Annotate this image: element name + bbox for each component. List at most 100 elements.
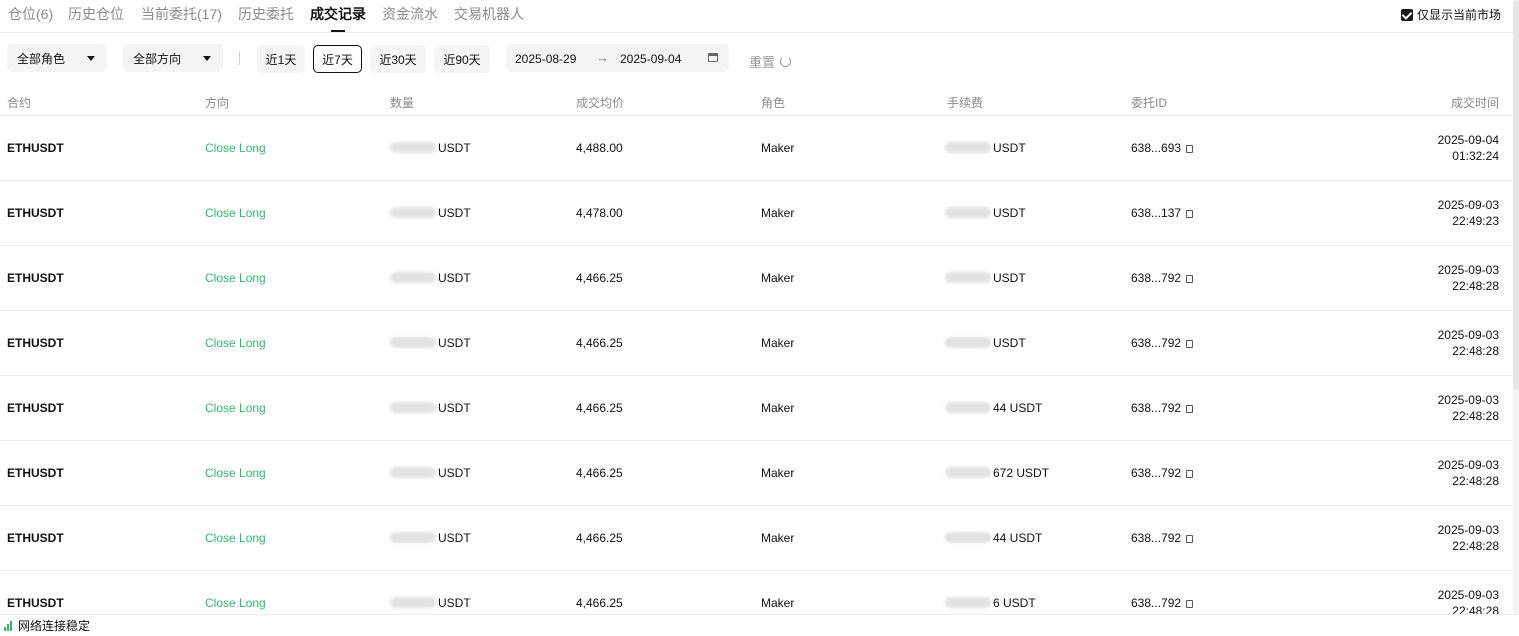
trade-date: 2025-09-03: [1437, 393, 1499, 407]
order-id-value: 638...792: [1131, 271, 1182, 285]
range-30d-button[interactable]: 近30天: [370, 45, 426, 73]
quantity-unit: USDT: [438, 531, 471, 545]
status-bar: 网络连接稳定: [0, 614, 1519, 636]
contract-symbol[interactable]: ETHUSDT: [7, 206, 64, 220]
trade-time-cell: 2025-09-03 22:48:28: [1438, 457, 1499, 489]
masked-value: [945, 337, 991, 348]
tab-order-history[interactable]: 历史委托: [238, 4, 294, 24]
masked-value: [945, 207, 991, 218]
header-fee: 手续费: [947, 96, 984, 110]
range-1d-button[interactable]: 近1天: [257, 45, 305, 73]
table-header: 合约 方向 数量 成交均价 角色 手续费 委托ID 成交时间: [0, 92, 1512, 116]
header-role: 角色: [761, 96, 786, 110]
avg-price-value: 4,466.25: [576, 596, 623, 610]
header-order-id: 委托ID: [1131, 96, 1168, 110]
order-id-value: 638...137: [1131, 206, 1182, 220]
table-row[interactable]: ETHUSDT Close Long USDT 4,466.25 Maker USDT 63…: [0, 311, 1512, 376]
fee-value: 6 USDT: [993, 596, 1036, 610]
header-direction: 方向: [205, 96, 230, 110]
only-current-market-toggle[interactable]: 仅显示当前市场: [1400, 6, 1501, 23]
order-id-value: 638...792: [1131, 596, 1182, 610]
order-id-cell: 638...792: [1131, 336, 1194, 350]
checkbox-checked-icon[interactable]: [1400, 8, 1413, 21]
filter-bar: 全部角色 全部方向 近1天 近7天 近30天 近90天 2025-08-29 →…: [0, 44, 1519, 74]
direction-value: Close Long: [205, 336, 266, 350]
contract-symbol[interactable]: ETHUSDT: [7, 141, 64, 155]
role-value: Maker: [761, 596, 795, 610]
copy-icon[interactable]: [1186, 275, 1194, 283]
copy-icon[interactable]: [1186, 340, 1194, 348]
quantity-cell: USDT: [390, 401, 471, 415]
fee-cell: 6 USDT: [945, 596, 1036, 610]
copy-icon[interactable]: [1186, 145, 1194, 153]
masked-value: [945, 467, 991, 478]
role-select[interactable]: 全部角色: [7, 44, 107, 72]
tab-funding-flow[interactable]: 资金流水: [382, 4, 438, 24]
direction-value: Close Long: [205, 206, 266, 220]
tab-position-history[interactable]: 历史仓位: [68, 4, 124, 24]
trade-time: 22:48:28: [1452, 474, 1499, 488]
calendar-icon[interactable]: [708, 53, 718, 62]
trade-date: 2025-09-03: [1437, 198, 1499, 212]
contract-symbol[interactable]: ETHUSDT: [7, 336, 64, 350]
table-row[interactable]: ETHUSDT Close Long USDT 4,466.25 Maker 44 USD…: [0, 376, 1512, 441]
masked-value: [945, 272, 991, 283]
table-row[interactable]: ETHUSDT Close Long USDT 4,478.00 Maker USDT 63…: [0, 181, 1512, 246]
role-value: Maker: [761, 141, 795, 155]
fee-cell: USDT: [945, 336, 1026, 350]
date-to[interactable]: 2025-09-04: [620, 52, 681, 66]
copy-icon[interactable]: [1186, 405, 1194, 413]
date-range-picker[interactable]: 2025-08-29 → 2025-09-04: [506, 44, 729, 72]
masked-value: [945, 597, 991, 608]
direction-value: Close Long: [205, 141, 266, 155]
quantity-cell: USDT: [390, 206, 471, 220]
tab-open-orders[interactable]: 当前委托(17): [141, 4, 222, 24]
avg-price-value: 4,466.25: [576, 336, 623, 350]
masked-value: [945, 142, 991, 153]
fee-cell: 44 USDT: [945, 531, 1042, 545]
header-time: 成交时间: [1450, 96, 1499, 110]
tab-trade-history[interactable]: 成交记录: [310, 4, 366, 24]
quantity-cell: USDT: [390, 141, 471, 155]
contract-symbol[interactable]: ETHUSDT: [7, 401, 64, 415]
role-value: Maker: [761, 466, 795, 480]
direction-select[interactable]: 全部方向: [123, 44, 223, 72]
refresh-icon: [780, 56, 792, 67]
quantity-unit: USDT: [438, 271, 471, 285]
masked-value: [390, 337, 436, 348]
trade-date: 2025-09-03: [1437, 263, 1499, 277]
table-row[interactable]: ETHUSDT Close Long USDT 4,466.25 Maker 672 US…: [0, 441, 1512, 506]
contract-symbol[interactable]: ETHUSDT: [7, 466, 64, 480]
reset-button[interactable]: 重置: [749, 52, 792, 71]
fee-cell: USDT: [945, 141, 1026, 155]
contract-symbol[interactable]: ETHUSDT: [7, 531, 64, 545]
range-7d-button[interactable]: 近7天: [313, 45, 362, 73]
quantity-unit: USDT: [438, 466, 471, 480]
contract-symbol[interactable]: ETHUSDT: [7, 596, 64, 610]
masked-value: [945, 532, 991, 543]
avg-price-value: 4,478.00: [576, 206, 623, 220]
copy-icon[interactable]: [1186, 470, 1194, 478]
tab-positions[interactable]: 仓位(6): [8, 4, 53, 24]
range-90d-button[interactable]: 近90天: [434, 45, 490, 73]
trade-time-cell: 2025-09-03 22:48:28: [1438, 522, 1499, 554]
quantity-cell: USDT: [390, 271, 471, 285]
date-from[interactable]: 2025-08-29: [515, 52, 576, 66]
quantity-unit: USDT: [438, 401, 471, 415]
contract-symbol[interactable]: ETHUSDT: [7, 271, 64, 285]
vertical-scrollbar[interactable]: [1513, 0, 1519, 636]
table-row[interactable]: ETHUSDT Close Long USDT 4,466.25 Maker USDT 63…: [0, 246, 1512, 311]
fee-value: 672 USDT: [993, 466, 1050, 480]
copy-icon[interactable]: [1186, 210, 1194, 218]
fee-value: 44 USDT: [993, 531, 1043, 545]
table-row[interactable]: ETHUSDT Close Long USDT 4,488.00 Maker USDT 63…: [0, 116, 1512, 181]
fee-cell: 44 USDT: [945, 401, 1042, 415]
tab-trading-bots[interactable]: 交易机器人: [454, 4, 524, 24]
order-id-cell: 638...792: [1131, 401, 1194, 415]
order-id-cell: 638...792: [1131, 531, 1194, 545]
trade-date: 2025-09-04: [1437, 133, 1499, 147]
table-row[interactable]: ETHUSDT Close Long USDT 4,466.25 Maker 44 USD…: [0, 506, 1512, 571]
avg-price-value: 4,488.00: [576, 141, 623, 155]
copy-icon[interactable]: [1186, 535, 1194, 543]
copy-icon[interactable]: [1186, 600, 1194, 608]
